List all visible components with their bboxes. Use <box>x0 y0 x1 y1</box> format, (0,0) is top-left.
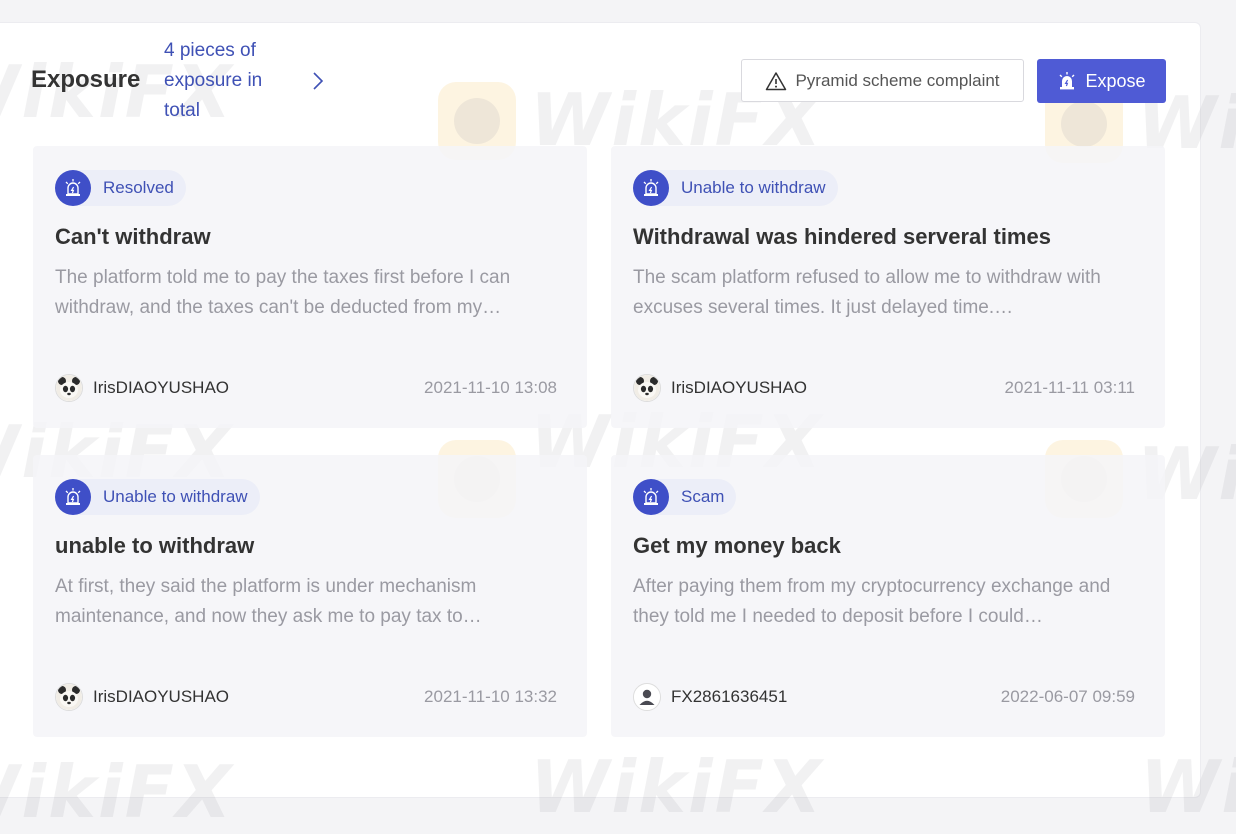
chevron-right-icon[interactable] <box>310 70 326 92</box>
user-avatar-icon <box>633 683 661 711</box>
status-label: Unable to withdraw <box>681 178 826 197</box>
exposure-card[interactable]: Unable to withdraw unable to withdraw At… <box>33 455 587 737</box>
card-author: FX2861636451 <box>633 683 787 711</box>
alarm-icon <box>1057 71 1077 91</box>
panda-avatar-icon <box>55 374 83 402</box>
status-badge: Scam <box>633 479 737 515</box>
exposure-count-link[interactable]: 4 pieces of exposure in total <box>164 36 294 126</box>
card-timestamp: 2021-11-11 03:11 <box>1004 378 1135 397</box>
expose-label: Expose <box>1085 70 1146 91</box>
card-title[interactable]: Get my money back <box>633 533 841 559</box>
card-title[interactable]: Can't withdraw <box>55 224 211 250</box>
author-name: FX2861636451 <box>671 687 788 706</box>
author-name: IrisDIAOYUSHAO <box>93 687 230 706</box>
section-title: Exposure <box>31 66 141 93</box>
card-description: After paying them from my cryptocurrency… <box>633 576 1111 627</box>
alarm-icon <box>55 170 91 206</box>
status-badge: Resolved <box>55 170 186 206</box>
card-author: IrisDIAOYUSHAO <box>55 683 229 711</box>
card-timestamp: 2021-11-10 13:32 <box>424 687 557 706</box>
status-badge: Unable to withdraw <box>633 170 838 206</box>
status-label: Unable to withdraw <box>103 487 248 506</box>
expose-button[interactable]: Expose <box>1037 59 1166 103</box>
exposure-card[interactable]: Resolved Can't withdraw The platform tol… <box>33 146 587 428</box>
card-author: IrisDIAOYUSHAO <box>55 374 229 402</box>
panda-avatar-icon <box>55 683 83 711</box>
card-timestamp: 2022-06-07 09:59 <box>1000 687 1135 706</box>
warning-icon <box>765 71 787 91</box>
alarm-icon <box>633 479 669 515</box>
exposure-card[interactable]: Scam Get my money back After paying them… <box>611 455 1165 737</box>
card-description: The platform told me to pay the taxes fi… <box>55 267 511 318</box>
card-author: IrisDIAOYUSHAO <box>633 374 807 402</box>
card-title[interactable]: Withdrawal was hindered serveral times <box>633 224 1051 250</box>
card-description: At first, they said the platform is unde… <box>55 576 482 627</box>
panda-avatar-icon <box>633 374 661 402</box>
card-title[interactable]: unable to withdraw <box>55 533 254 559</box>
pyramid-complaint-label: Pyramid scheme complaint <box>795 70 1000 90</box>
author-name: IrisDIAOYUSHAO <box>93 378 230 397</box>
alarm-icon <box>633 170 669 206</box>
pyramid-complaint-button[interactable]: Pyramid scheme complaint <box>741 59 1024 102</box>
card-description: The scam platform refused to allow me to… <box>633 267 1101 318</box>
alarm-icon <box>55 479 91 515</box>
status-label: Scam <box>681 487 725 506</box>
status-label: Resolved <box>103 178 174 197</box>
author-name: IrisDIAOYUSHAO <box>671 378 808 397</box>
exposure-card[interactable]: Unable to withdraw Withdrawal was hinder… <box>611 146 1165 428</box>
status-badge: Unable to withdraw <box>55 479 260 515</box>
card-timestamp: 2021-11-10 13:08 <box>424 378 557 397</box>
